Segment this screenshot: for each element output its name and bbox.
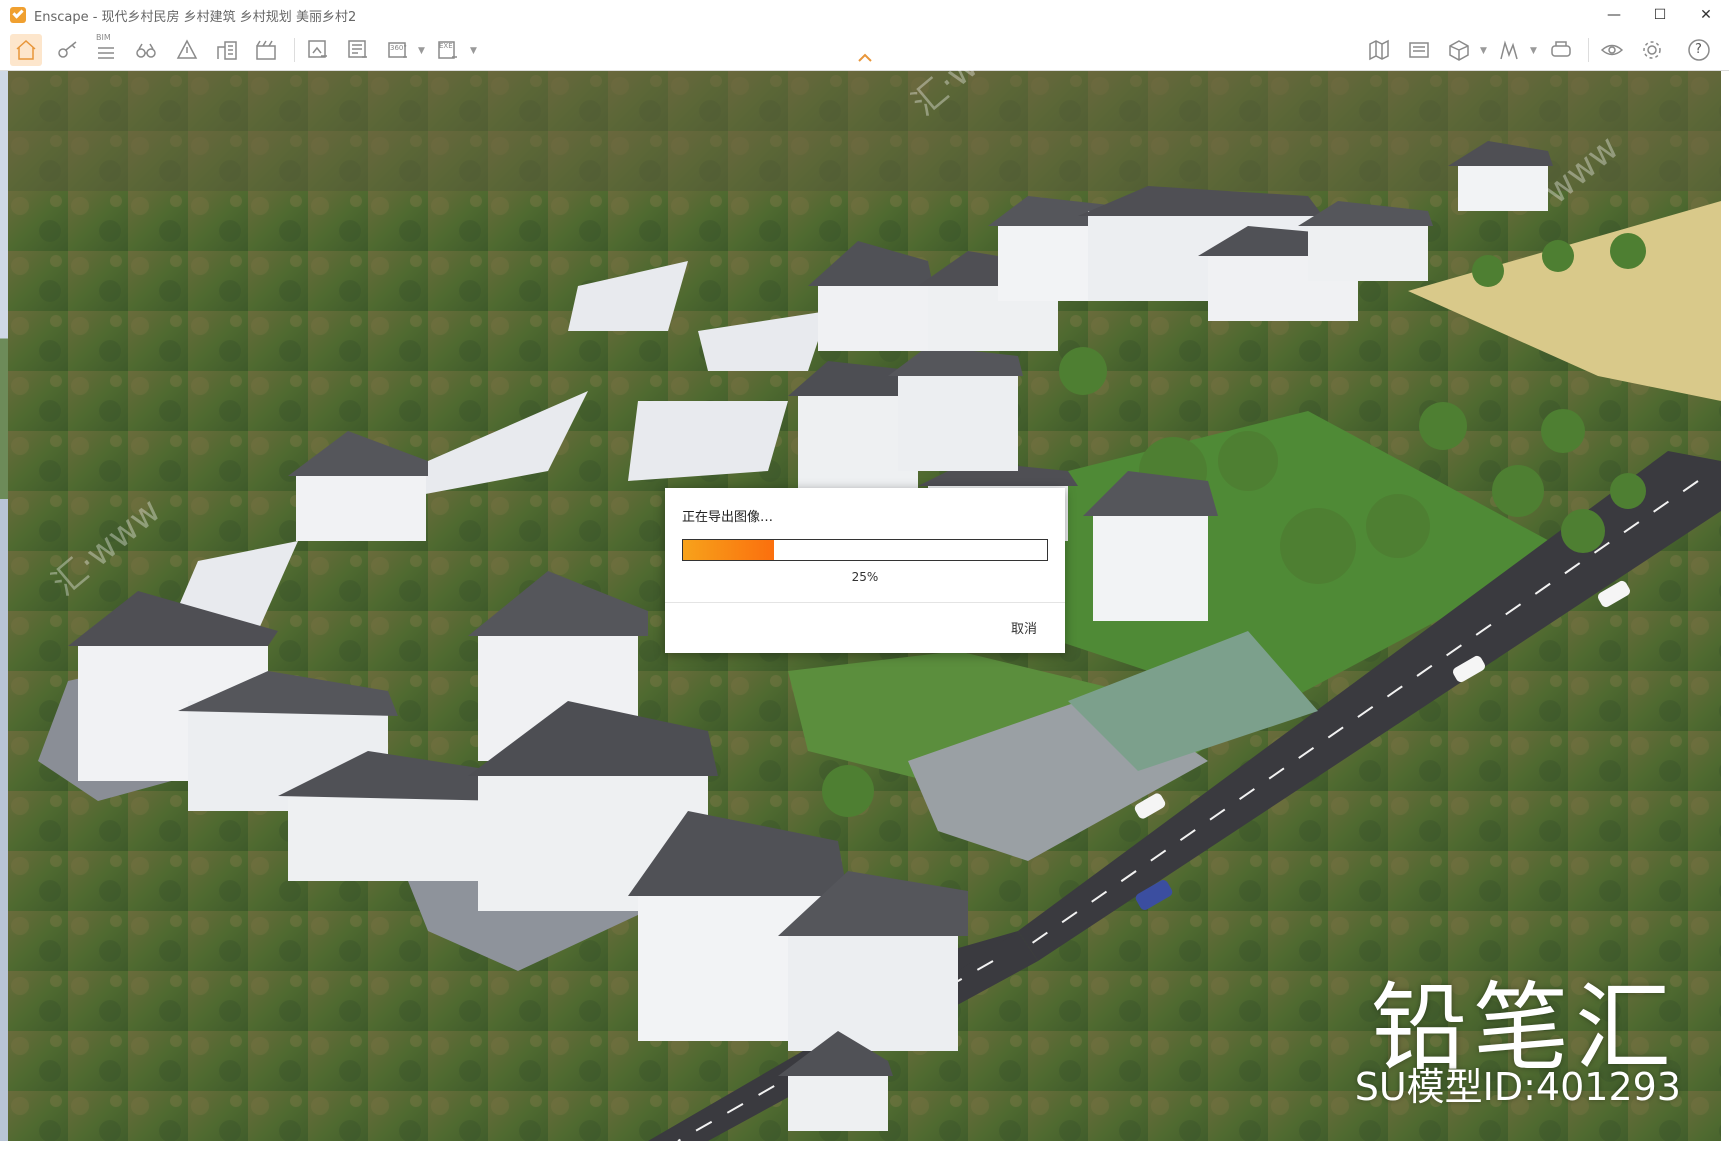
watermark-model-id: SU模型ID:401293: [1354, 1065, 1681, 1109]
key-icon: [58, 41, 77, 58]
cube-button[interactable]: [1443, 34, 1475, 66]
exe-dropdown-caret[interactable]: ▼: [470, 46, 477, 56]
sun-button[interactable]: [1403, 34, 1435, 66]
dialog-divider: [665, 602, 1065, 603]
binoculars-icon: [136, 43, 156, 58]
dialog-title: 正在导出图像…: [682, 510, 774, 525]
enscape-toolbar: BIM 360° ▼ EXE ▼ ▼ ▼ ?: [0, 30, 1729, 71]
help-button[interactable]: ?: [1683, 34, 1715, 66]
cube-icon: [1449, 40, 1469, 61]
progress-bar-fill: [683, 540, 774, 560]
vr-headset-button[interactable]: [1545, 34, 1577, 66]
screenshot-export-button[interactable]: [302, 34, 334, 66]
exe-export-button[interactable]: EXE: [432, 34, 464, 66]
home-icon: [16, 39, 36, 60]
maximize-button[interactable]: ☐: [1637, 0, 1683, 30]
asset-library-button[interactable]: [171, 34, 203, 66]
map-icon: [1369, 39, 1389, 61]
sun-icon: [1409, 42, 1429, 58]
help-label: ?: [1695, 42, 1702, 57]
toolbar-separator: [1588, 38, 1589, 62]
progress-bar: [682, 539, 1048, 561]
buildings-icon: [217, 41, 237, 60]
toolbar-separator: [294, 38, 295, 62]
eye-button[interactable]: [1596, 34, 1628, 66]
chart-dropdown-caret[interactable]: ▼: [1530, 46, 1537, 56]
close-button[interactable]: ✕: [1683, 0, 1729, 30]
chart-icon: [1500, 40, 1518, 60]
bim-button[interactable]: BIM: [90, 33, 122, 66]
binoculars-button[interactable]: [130, 34, 162, 66]
chart-button[interactable]: [1494, 34, 1526, 66]
video-editor-button[interactable]: [250, 34, 282, 66]
asset-library-icon: [176, 39, 198, 59]
panorama-export-button[interactable]: 360°: [382, 34, 414, 66]
window-title-bar: Enscape - 现代乡村民房 乡村建筑 乡村规划 美丽乡村2 — ☐ ✕: [0, 0, 1729, 30]
key-button[interactable]: [52, 34, 84, 66]
collapse-toolbar-chevron-icon[interactable]: [857, 53, 873, 63]
map-button[interactable]: [1363, 34, 1395, 66]
buildings-button[interactable]: [211, 34, 243, 66]
bim-label: BIM: [96, 33, 111, 42]
minimize-button[interactable]: —: [1591, 0, 1637, 30]
video-icon: [256, 40, 276, 60]
panorama-dropdown-caret[interactable]: ▼: [418, 46, 425, 56]
panorama-label: 360°: [390, 44, 407, 52]
cube-dropdown-caret[interactable]: ▼: [1480, 46, 1487, 56]
batch-export-button[interactable]: [342, 34, 374, 66]
enscape-logo-icon: [10, 7, 26, 23]
progress-percent: 25%: [851, 570, 879, 584]
screenshot-export-icon: [308, 40, 327, 58]
eye-icon: [1600, 44, 1624, 56]
batch-export-icon: [348, 40, 367, 58]
settings-button[interactable]: [1636, 34, 1668, 66]
settings-icon: [1643, 41, 1661, 59]
sidebar-strip: [0, 71, 8, 1141]
home-button[interactable]: [10, 34, 42, 66]
window-title: Enscape - 现代乡村民房 乡村建筑 乡村规划 美丽乡村2: [34, 9, 357, 25]
cancel-button[interactable]: 取消: [1011, 618, 1037, 637]
vr-headset-icon: [1551, 41, 1571, 57]
export-progress-dialog: 正在导出图像… 25% 取消: [665, 488, 1065, 653]
exe-label: EXE: [439, 42, 453, 50]
window-controls: — ☐ ✕: [1591, 0, 1729, 30]
